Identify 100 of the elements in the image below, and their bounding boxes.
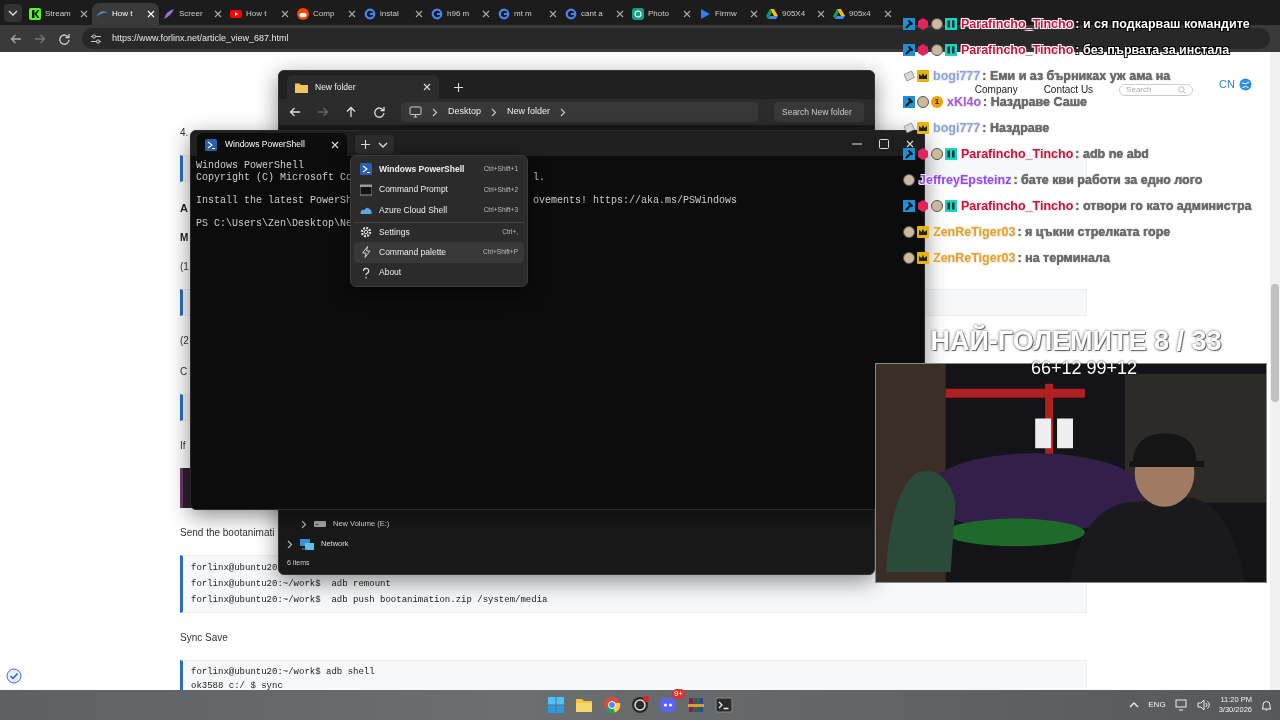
menu-item[interactable]: About bbox=[354, 262, 524, 283]
close-icon[interactable] bbox=[80, 10, 88, 18]
terminal-line: l. bbox=[533, 171, 545, 183]
nav-link[interactable]: Company bbox=[974, 84, 1018, 95]
ring-icon bbox=[431, 8, 443, 20]
start-icon[interactable] bbox=[546, 696, 565, 714]
browser-tab[interactable]: instal bbox=[360, 3, 427, 25]
reload-icon[interactable] bbox=[58, 32, 70, 45]
browser-tab[interactable]: Photo bbox=[628, 3, 695, 25]
terminal-tab[interactable]: Windows PowerShell bbox=[197, 133, 347, 156]
close-icon[interactable] bbox=[683, 10, 691, 18]
search-icon bbox=[1178, 86, 1187, 94]
chevron-right-icon[interactable] bbox=[560, 107, 567, 117]
chat-username[interactable]: Parafincho_Tincho bbox=[961, 144, 1074, 164]
code-line: ok3588 c:/ $ sync bbox=[191, 680, 283, 693]
help-icon bbox=[360, 266, 372, 279]
chat-message: : Наздраве Саше bbox=[983, 94, 1087, 111]
ring-icon bbox=[364, 8, 376, 20]
record-icon[interactable] bbox=[630, 696, 649, 714]
close-icon[interactable] bbox=[348, 10, 356, 18]
browser-tab[interactable]: 905x4 bbox=[829, 3, 896, 25]
folder-icon[interactable] bbox=[574, 696, 593, 714]
stream-title: НАЙ-ГОЛЕМИТЕ 8 / 33 bbox=[929, 326, 1223, 356]
close-icon[interactable] bbox=[281, 10, 289, 18]
paragraph-text: If bbox=[180, 439, 186, 453]
hammer-badge-icon bbox=[903, 44, 915, 56]
scrollbar[interactable] bbox=[1270, 52, 1280, 690]
bell-icon[interactable] bbox=[1261, 699, 1272, 711]
round-badge-icon bbox=[931, 148, 943, 160]
browser-tab[interactable]: Firmw bbox=[695, 3, 762, 25]
breadcrumb-item[interactable]: New folder bbox=[507, 105, 551, 119]
input-language[interactable]: ENG bbox=[1148, 699, 1166, 711]
language-link[interactable]: CN bbox=[1219, 76, 1252, 93]
close-icon[interactable] bbox=[884, 10, 892, 18]
browser-tab[interactable]: How t bbox=[226, 3, 293, 25]
scrollbar-thumb[interactable] bbox=[1271, 284, 1279, 402]
tab-list-button[interactable] bbox=[4, 4, 22, 22]
round-badge-icon bbox=[931, 200, 943, 212]
triangle-icon bbox=[699, 8, 711, 20]
terminal-line: Windows PowerShell bbox=[196, 160, 306, 172]
window-tab[interactable]: New folder bbox=[287, 75, 439, 99]
close-icon[interactable] bbox=[549, 10, 557, 18]
chevron-up-icon[interactable] bbox=[1129, 701, 1140, 709]
plus-icon[interactable] bbox=[361, 140, 370, 149]
code-line: forlinx@ubuntu20:~/work$ adb push bootanimation.zip /system/media bbox=[191, 594, 548, 607]
grid-badge-icon bbox=[945, 148, 957, 160]
books-icon[interactable] bbox=[686, 696, 705, 714]
maximize-icon[interactable] bbox=[879, 138, 889, 149]
code-line: forlinx@ubuntu20:~/work$ adb shell bbox=[191, 666, 375, 679]
chevron-right-icon[interactable] bbox=[491, 107, 498, 117]
chevron-right-icon[interactable] bbox=[432, 107, 438, 117]
site-settings-icon[interactable] bbox=[90, 32, 102, 45]
monitor-icon[interactable] bbox=[409, 106, 422, 118]
drive-icon bbox=[313, 519, 327, 529]
paragraph-text: (2 bbox=[180, 334, 189, 348]
chat-message: : adb ne abd bbox=[1075, 145, 1149, 163]
ticket-badge-icon bbox=[903, 122, 915, 134]
close-icon[interactable] bbox=[750, 10, 758, 18]
reload-icon[interactable] bbox=[373, 106, 385, 118]
close-icon[interactable] bbox=[214, 10, 222, 18]
circle-icon bbox=[297, 8, 309, 20]
close-icon[interactable] bbox=[482, 10, 490, 18]
browser-tab[interactable]: Comp bbox=[293, 3, 360, 25]
browser-tab[interactable]: How t bbox=[92, 3, 159, 25]
chat-message: : я цъкни стрелката горе bbox=[1017, 223, 1171, 241]
browser-tab[interactable]: Screer bbox=[159, 3, 226, 25]
notification-badge: 9+ bbox=[671, 689, 685, 699]
check-circle-icon[interactable] bbox=[6, 668, 22, 684]
search-field[interactable]: Search New folder bbox=[774, 102, 864, 122]
ticket-badge-icon bbox=[903, 70, 915, 82]
speaker-icon[interactable] bbox=[1196, 699, 1210, 711]
close-icon[interactable] bbox=[415, 10, 423, 18]
chat-username[interactable]: Parafincho_Tincho bbox=[961, 196, 1074, 216]
network-icon bbox=[299, 537, 315, 551]
close-icon[interactable] bbox=[817, 10, 825, 18]
play-icon bbox=[230, 8, 242, 20]
browser-icon[interactable] bbox=[602, 696, 621, 714]
plus-icon[interactable] bbox=[454, 83, 463, 92]
cube-badge-icon bbox=[917, 44, 929, 56]
breadcrumb-item[interactable]: Desktop bbox=[448, 105, 482, 119]
paragraph-text: Send the bootanimati bbox=[180, 526, 275, 540]
browser-tab[interactable]: Stream bbox=[25, 3, 92, 25]
network-icon[interactable] bbox=[1174, 699, 1188, 711]
paragraph-text: 4. bbox=[180, 126, 189, 140]
chat-username[interactable]: xKl4o bbox=[947, 92, 982, 112]
chat-app-icon[interactable] bbox=[658, 696, 677, 714]
address-bar[interactable]: Desktop New folder bbox=[401, 102, 758, 122]
chevron-down-icon[interactable] bbox=[8, 9, 18, 17]
round-badge-icon bbox=[931, 44, 943, 56]
browser-tab[interactable]: mt m bbox=[494, 3, 561, 25]
browser-tab[interactable]: 905X4 bbox=[762, 3, 829, 25]
close-icon[interactable] bbox=[616, 10, 624, 18]
browser-tab[interactable]: h96 m bbox=[427, 3, 494, 25]
up-arrow-icon[interactable] bbox=[345, 106, 357, 118]
round-badge-icon bbox=[903, 252, 915, 264]
browser-tab[interactable]: cant a bbox=[561, 3, 628, 25]
terminal-icon[interactable] bbox=[714, 696, 733, 714]
nav-link[interactable]: Contact Us bbox=[1043, 84, 1094, 95]
chevron-down-icon[interactable] bbox=[378, 140, 388, 149]
back-icon[interactable] bbox=[10, 32, 22, 45]
